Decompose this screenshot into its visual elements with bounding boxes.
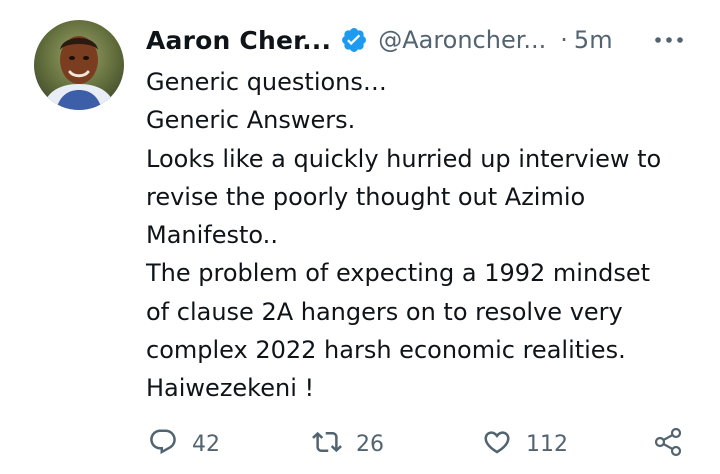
like-icon <box>482 427 512 461</box>
display-name[interactable]: Aaron Cher... <box>146 26 331 55</box>
separator-dot: · <box>560 26 568 54</box>
tweet-text-line: complex 2022 harsh economic realities. <box>146 336 626 365</box>
reply-button[interactable]: 42 <box>148 424 220 464</box>
avatar[interactable] <box>34 20 124 110</box>
like-button[interactable]: 112 <box>482 424 568 464</box>
tweet-text-line: Looks like a quickly hurried up intervie… <box>146 144 662 173</box>
retweet-button[interactable]: 26 <box>312 424 384 464</box>
retweet-icon <box>312 427 342 461</box>
tweet[interactable]: Aaron Cher... @Aaroncher... · 5m Generic… <box>0 0 720 474</box>
tweet-text-line: Manifesto.. <box>146 221 278 250</box>
tweet-text-line: The problem of expecting a 1992 mindset <box>146 259 651 288</box>
tweet-actions: 42 26 112 <box>146 424 692 464</box>
retweet-count: 26 <box>356 431 384 457</box>
tweet-text: Generic questions… Generic Answers. Look… <box>146 63 706 408</box>
share-button[interactable] <box>652 424 684 464</box>
more-icon[interactable] <box>652 27 686 53</box>
verified-badge-icon <box>340 26 368 54</box>
tweet-text-line: Generic questions… <box>146 68 387 96</box>
share-icon <box>652 426 684 462</box>
reply-count: 42 <box>192 431 220 457</box>
timestamp[interactable]: 5m <box>574 26 613 54</box>
tweet-text-line: revise the poorly thought out Azimio <box>146 182 586 211</box>
tweet-header: Aaron Cher... @Aaroncher... · 5m <box>146 20 696 60</box>
tweet-text-line: of clause 2A hangers on to resolve very <box>146 297 623 326</box>
tweet-text-line: Haiwezekeni ! <box>146 374 315 403</box>
reply-icon <box>148 427 178 461</box>
handle[interactable]: @Aaroncher... <box>378 26 546 54</box>
like-count: 112 <box>526 431 568 457</box>
tweet-text-line: Generic Answers. <box>146 106 356 135</box>
